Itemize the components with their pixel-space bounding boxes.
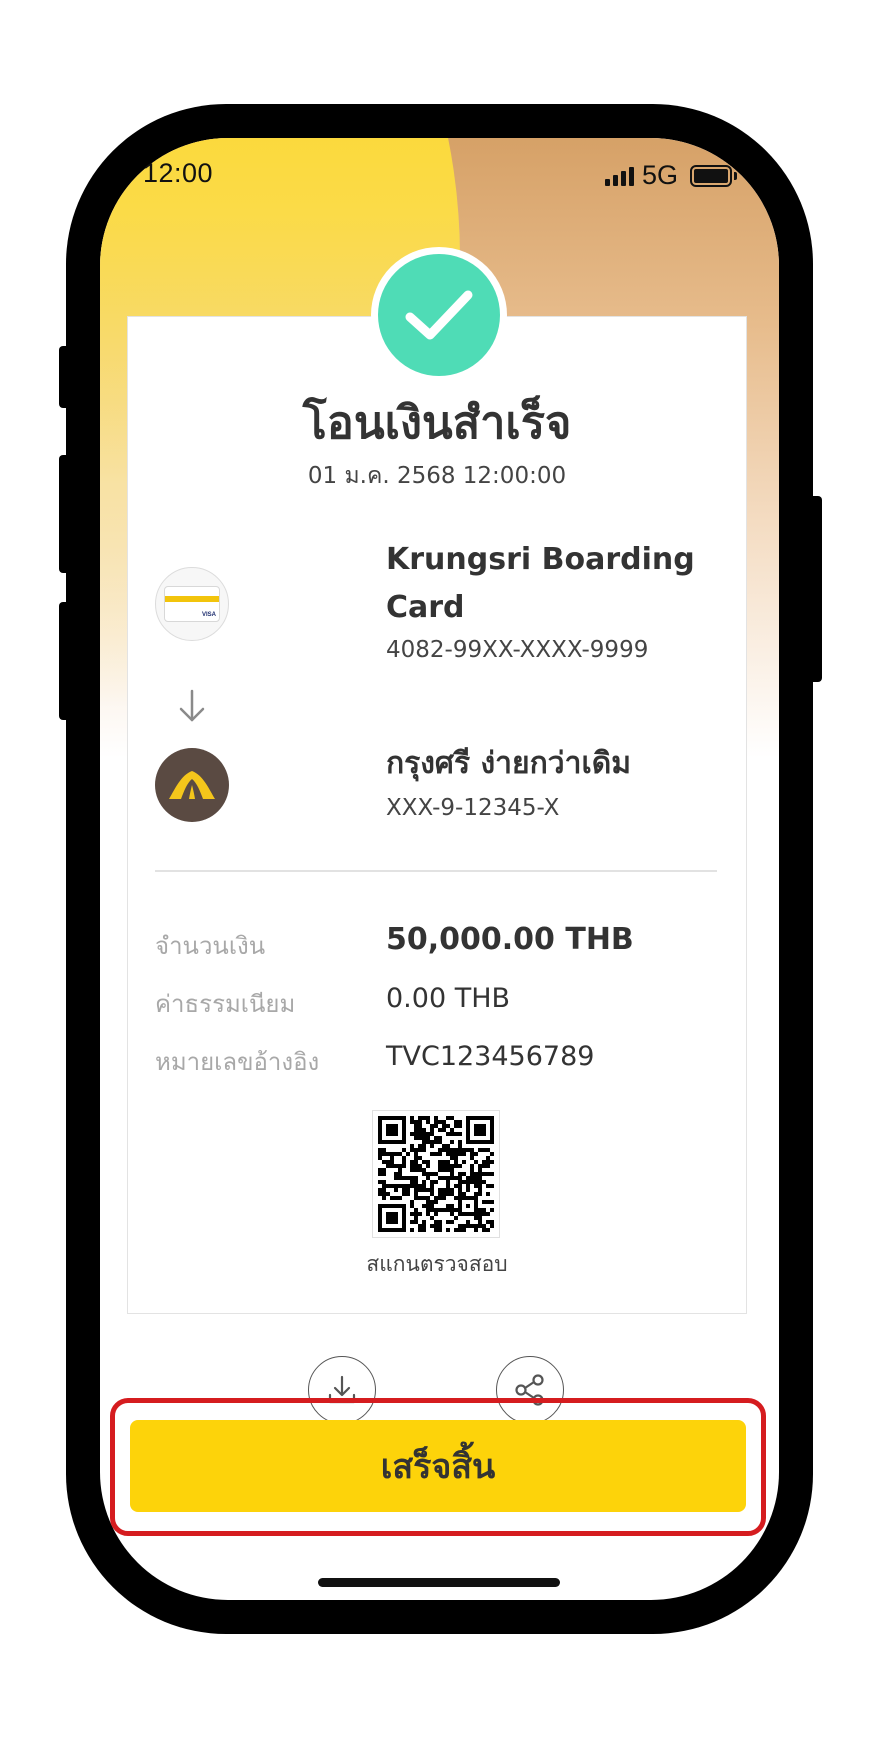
reference-label: หมายเลขอ้างอิง bbox=[155, 1048, 320, 1076]
status-indicators: 5G bbox=[604, 160, 737, 191]
credit-card-icon: VISA bbox=[164, 586, 220, 622]
download-icon bbox=[328, 1375, 356, 1404]
transaction-datetime: 01 ม.ค. 2568 12:00:00 bbox=[307, 463, 567, 489]
source-account-name: Krungsri Boarding bbox=[386, 542, 695, 577]
network-label: 5G bbox=[641, 160, 678, 190]
page-title: โอนเงินสำเร็จ bbox=[302, 396, 572, 449]
amount-value: 50,000.00 THB bbox=[386, 922, 634, 957]
page: 12:00 5G โอนเงินสำเร็จ 01 ม.ค. 2568 12:0… bbox=[0, 0, 880, 1740]
done-button[interactable]: เสร็จสิ้น bbox=[130, 1420, 746, 1512]
share-button[interactable] bbox=[496, 1356, 564, 1424]
bank-logo-icon bbox=[155, 748, 229, 822]
destination-account-number: XXX-9-12345-X bbox=[386, 795, 560, 821]
source-account-number: 4082-99XX-XXXX-9999 bbox=[386, 637, 649, 663]
reference-value: TVC123456789 bbox=[386, 1041, 595, 1072]
card-brand: VISA bbox=[201, 612, 216, 618]
signal-icon bbox=[604, 166, 634, 186]
destination-account-name: กรุงศรี ง่ายกว่าเดิม bbox=[386, 746, 631, 781]
qr-caption: สแกนตรวจสอบ bbox=[366, 1252, 508, 1276]
source-account-name-cont: Card bbox=[386, 590, 465, 625]
home-indicator bbox=[318, 1578, 560, 1587]
success-badge bbox=[371, 247, 507, 383]
share-icon bbox=[515, 1374, 544, 1406]
source-card-avatar: VISA bbox=[155, 567, 229, 641]
qr-code bbox=[372, 1110, 500, 1238]
amount-label: จำนวนเงิน bbox=[155, 932, 266, 960]
arrow-down-icon bbox=[179, 689, 205, 722]
status-time: 12:00 bbox=[143, 158, 214, 188]
divider bbox=[155, 870, 717, 872]
battery-icon bbox=[690, 164, 737, 187]
download-button[interactable] bbox=[308, 1356, 376, 1424]
qr-code-icon bbox=[378, 1116, 494, 1232]
fee-value: 0.00 THB bbox=[386, 983, 511, 1014]
check-icon bbox=[378, 254, 500, 376]
fee-label: ค่าธรรมเนียม bbox=[155, 990, 296, 1018]
